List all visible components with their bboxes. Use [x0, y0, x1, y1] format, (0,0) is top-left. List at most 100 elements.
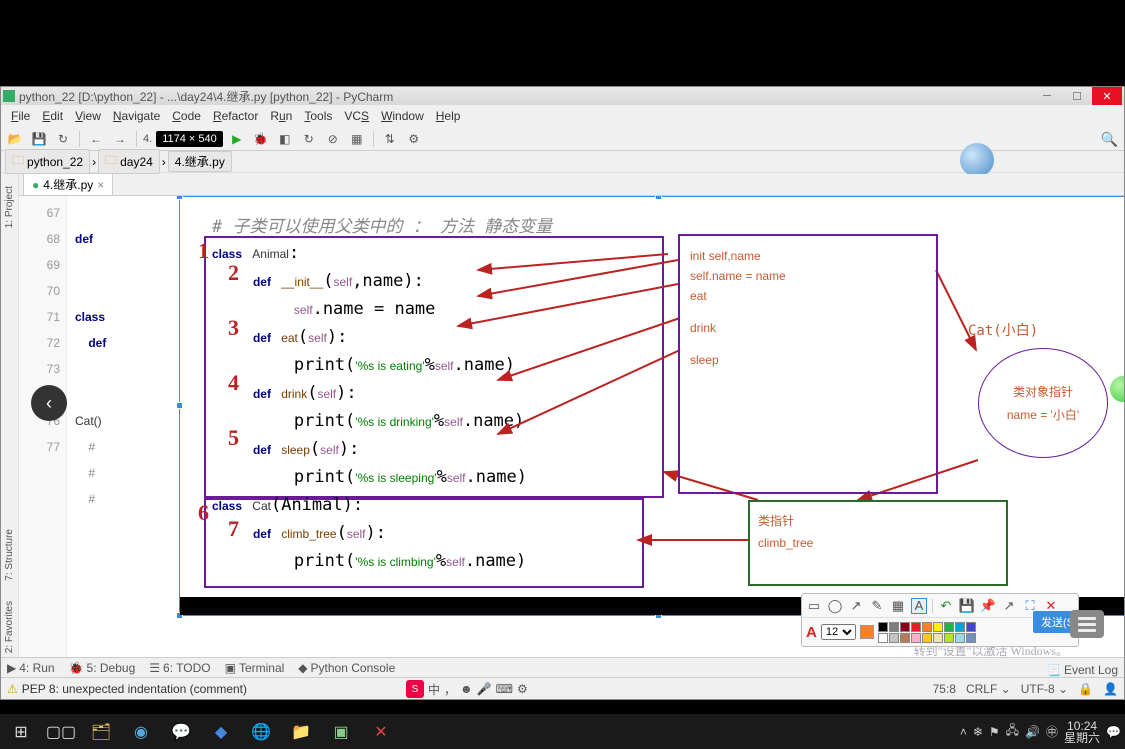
punct-icon[interactable]: ， [444, 681, 456, 698]
pin-icon[interactable]: 📌 [980, 598, 996, 614]
kugou-icon[interactable]: ◉ [124, 717, 158, 747]
settings-icon[interactable]: ⚙ [404, 129, 424, 149]
menu-refactor[interactable]: Refactor [207, 107, 264, 125]
nav-back-circle[interactable]: ‹ [31, 385, 67, 421]
menu-navigate[interactable]: Navigate [107, 107, 166, 125]
encoding[interactable]: UTF-8 ⌄ [1021, 682, 1068, 696]
selection-handle[interactable] [655, 196, 662, 200]
sogou-icon[interactable]: S [406, 680, 424, 698]
palette-swatch[interactable] [889, 633, 899, 643]
maximize-button[interactable]: ☐ [1062, 87, 1092, 105]
vcs-icon[interactable]: ⇅ [380, 129, 400, 149]
menu-code[interactable]: Code [166, 107, 207, 125]
search-icon[interactable]: 🔍 [1101, 131, 1118, 148]
tool-run[interactable]: ▶ 4: Run [7, 661, 55, 675]
run-icon[interactable]: ▶ [227, 129, 247, 149]
tray-network-icon[interactable]: 🖧 [1006, 721, 1019, 742]
palette-swatch[interactable] [955, 633, 965, 643]
palette-swatch[interactable] [911, 622, 921, 632]
menu-tools[interactable]: Tools [298, 107, 338, 125]
palette-swatch[interactable] [955, 622, 965, 632]
keyboard-icon[interactable]: ⌨ [496, 682, 513, 696]
selection-handle[interactable] [176, 402, 183, 409]
text-tool-icon[interactable]: A [911, 598, 927, 614]
rect-tool-icon[interactable]: ▭ [806, 598, 822, 614]
mic-icon[interactable]: 🎤 [477, 682, 492, 696]
palette-swatch[interactable] [911, 633, 921, 643]
brush-tool-icon[interactable]: ✎ [869, 598, 885, 614]
current-color-swatch[interactable] [860, 625, 874, 639]
tool-debug[interactable]: 🐞 5: Debug [69, 661, 136, 675]
ellipse-tool-icon[interactable]: ◯ [827, 598, 843, 614]
pycharm-taskbar-icon[interactable]: ▣ [324, 717, 358, 747]
teaching-slide-overlay[interactable]: # 子类可以使用父类中的 ： 方法 静态变量 class Animal: def… [179, 196, 1124, 616]
tray-snowflake-icon[interactable]: ❄ [973, 725, 983, 739]
system-tray[interactable]: ˄ ❄ ⚑ 🖧 🔊 ㊥ 10:24 星期六 💬 [960, 720, 1121, 744]
menu-vcs[interactable]: VCS [338, 107, 375, 125]
inspector-icon[interactable]: 👤 [1103, 682, 1118, 696]
menu-help[interactable]: Help [430, 107, 467, 125]
debug-icon[interactable]: 🐞 [251, 129, 271, 149]
editor-tab[interactable]: ● 4.继承.py × [23, 173, 113, 195]
vscode-icon[interactable]: ◆ [204, 717, 238, 747]
mosaic-tool-icon[interactable]: ▦ [890, 598, 906, 614]
tool-project[interactable]: 1: Project [4, 182, 15, 232]
palette-swatch[interactable] [933, 633, 943, 643]
palette-swatch[interactable] [944, 622, 954, 632]
menu-file[interactable]: File [5, 107, 36, 125]
hamburger-icon[interactable] [1070, 610, 1104, 638]
minimize-button[interactable]: ─ [1032, 87, 1062, 105]
palette-swatch[interactable] [878, 622, 888, 632]
palette-swatch[interactable] [878, 633, 888, 643]
settings-cog-icon[interactable]: ⚙ [517, 682, 528, 696]
crumb-file[interactable]: 4.继承.py [168, 151, 232, 172]
color-palette[interactable] [878, 622, 976, 643]
editor-body[interactable]: 67 68 69 70 71 72 73 75 76 77 def class … [19, 196, 1124, 657]
save-icon[interactable]: 💾 [29, 129, 49, 149]
undo-icon[interactable]: ↶ [938, 598, 954, 614]
tool-favorites[interactable]: 2: Favorites [4, 597, 15, 657]
xshell-icon[interactable]: ✕ [364, 717, 398, 747]
profile-icon[interactable]: ↻ [299, 129, 319, 149]
stop-icon[interactable]: ⊘ [323, 129, 343, 149]
refresh-icon[interactable]: ↻ [53, 129, 73, 149]
taskbar-clock[interactable]: 10:24 星期六 [1064, 720, 1100, 744]
close-button[interactable]: ✕ [1092, 87, 1122, 105]
crumb-folder[interactable]: 🗀day24 [98, 149, 160, 174]
ime-chinese-icon[interactable]: 中 [428, 681, 440, 698]
save-image-icon[interactable]: 💾 [959, 598, 975, 614]
chrome-icon[interactable]: 🌐 [244, 717, 278, 747]
explorer-icon[interactable]: 🗂 [84, 717, 118, 747]
tool-todo[interactable]: ☰ 6: TODO [149, 661, 210, 675]
palette-swatch[interactable] [900, 622, 910, 632]
chat-icon[interactable]: 💬 [164, 717, 198, 747]
tool-python-console[interactable]: ◆ Python Console [298, 661, 395, 675]
font-color-indicator[interactable]: A [806, 624, 817, 641]
menu-run[interactable]: Run [264, 107, 298, 125]
palette-swatch[interactable] [922, 622, 932, 632]
emoji-picker-icon[interactable]: ☻ [460, 682, 473, 696]
tray-volume-icon[interactable]: 🔊 [1025, 725, 1040, 739]
arrow-tool-icon[interactable]: ↗ [848, 598, 864, 614]
palette-swatch[interactable] [889, 622, 899, 632]
open-icon[interactable]: 📂 [5, 129, 25, 149]
palette-swatch[interactable] [944, 633, 954, 643]
tool-structure[interactable]: 7: Structure [4, 525, 15, 585]
share-icon[interactable]: ↗ [1001, 598, 1017, 614]
menu-edit[interactable]: Edit [36, 107, 69, 125]
forward-icon[interactable]: → [110, 129, 130, 149]
tray-ime-icon[interactable]: ㊥ [1046, 723, 1058, 740]
palette-swatch[interactable] [922, 633, 932, 643]
menu-window[interactable]: Window [375, 107, 430, 125]
layout-icon[interactable]: ▦ [347, 129, 367, 149]
palette-swatch[interactable] [900, 633, 910, 643]
palette-swatch[interactable] [966, 622, 976, 632]
line-sep[interactable]: CRLF ⌄ [966, 682, 1011, 696]
lock-icon[interactable]: 🔒 [1078, 682, 1093, 696]
palette-swatch[interactable] [933, 622, 943, 632]
tool-terminal[interactable]: ▣ Terminal [225, 661, 285, 675]
selection-handle[interactable] [176, 196, 183, 200]
menu-view[interactable]: View [69, 107, 107, 125]
font-size-select[interactable]: 12 [821, 624, 856, 640]
back-icon[interactable]: ← [86, 129, 106, 149]
